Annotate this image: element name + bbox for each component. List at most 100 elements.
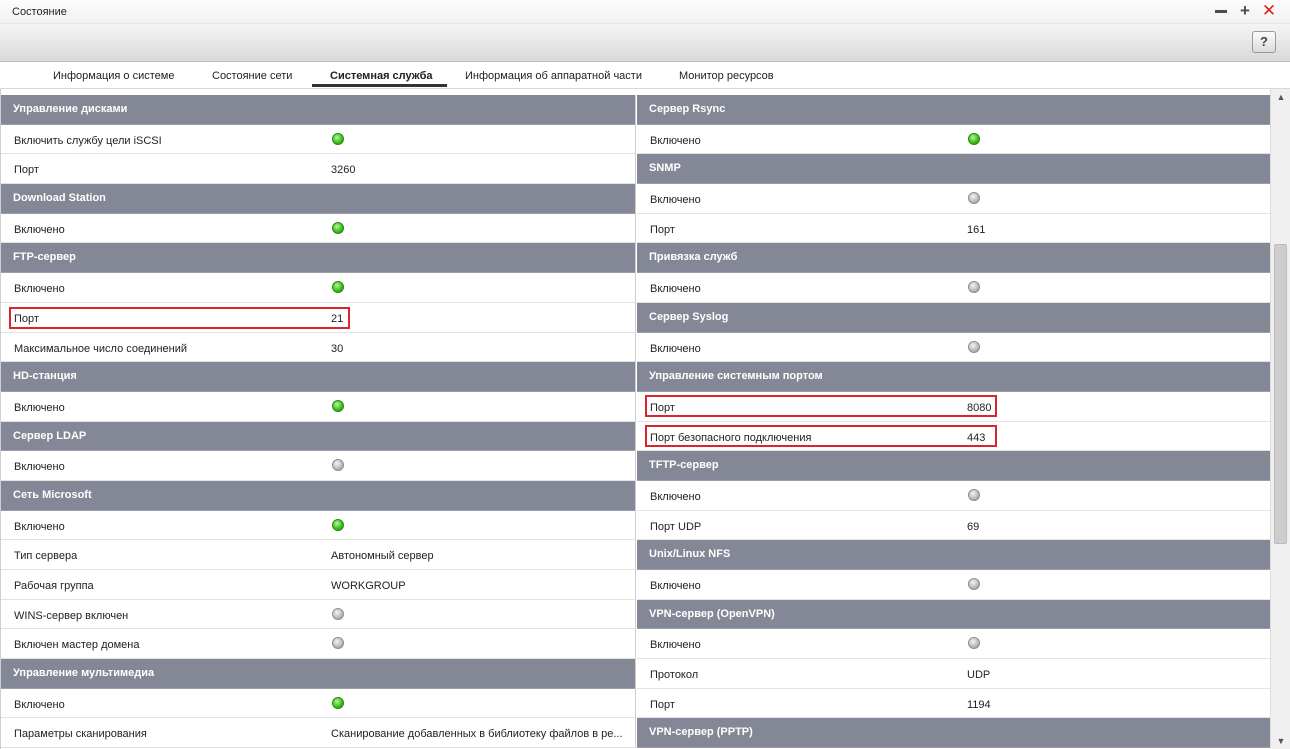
- service-label: Включено: [14, 401, 65, 414]
- section-header: VPN-сервер (PPTP): [637, 718, 1270, 749]
- service-row: Порт безопасного подключения 443: [637, 422, 1270, 452]
- section-title: FTP-сервер: [13, 251, 76, 264]
- section-header: SNMP: [637, 154, 1270, 185]
- service-label: Протокол: [650, 669, 699, 682]
- window-title: Состояние: [12, 6, 67, 18]
- section-header: FTP-сервер: [1, 243, 635, 274]
- service-row: Включено: [1, 451, 635, 481]
- service-label: Включить службу цели iSCSI: [14, 134, 162, 147]
- service-value: 21: [331, 312, 344, 325]
- section-header: Сервер Rsync: [637, 95, 1270, 125]
- section-header: Привязка служб: [637, 243, 1270, 274]
- status-on-icon: [968, 132, 980, 145]
- service-label: Порт: [650, 698, 675, 711]
- service-row: Включено: [1, 511, 635, 541]
- close-icon[interactable]: ✕: [1261, 2, 1277, 19]
- status-off-icon: [968, 488, 980, 501]
- scrollbar-thumb[interactable]: [1274, 244, 1287, 544]
- service-row: Включен мастер домена: [1, 629, 635, 660]
- service-row: Порт 161: [637, 214, 1270, 244]
- scroll-down-icon[interactable]: ▼: [1275, 735, 1287, 747]
- section-title: Управление дисками: [13, 103, 128, 115]
- service-label: Порт UDP: [650, 520, 702, 533]
- section-title: Привязка служб: [649, 251, 738, 264]
- section-title: SNMP: [649, 162, 681, 175]
- active-tab-underline: [312, 84, 447, 87]
- service-row: Включено: [637, 125, 1270, 155]
- section-title: VPN-сервер (OpenVPN): [649, 607, 775, 620]
- help-button[interactable]: ?: [1252, 31, 1276, 53]
- service-label: Порт: [650, 401, 675, 414]
- section-header: Download Station: [1, 184, 635, 214]
- section-title: Сервер Rsync: [649, 103, 726, 115]
- scroll-up-icon[interactable]: ▲: [1275, 91, 1287, 103]
- minimize-icon[interactable]: [1213, 3, 1229, 19]
- section-header: HD-станция: [1, 362, 635, 392]
- service-value: 1194: [967, 698, 991, 711]
- service-label: Включен мастер домена: [14, 639, 140, 652]
- service-row: Включено: [1, 689, 635, 719]
- service-label: WINS-сервер включен: [14, 609, 129, 622]
- service-value: 30: [331, 342, 344, 355]
- section-title: Сеть Microsoft: [13, 488, 92, 501]
- status-on-icon: [332, 281, 344, 294]
- section-header: Сеть Microsoft: [1, 480, 635, 511]
- service-label: Параметры сканирования: [14, 728, 147, 741]
- section-header: Сервер LDAP: [1, 421, 635, 452]
- tab-resource-monitor[interactable]: Монитор ресурсов: [679, 70, 774, 82]
- section-title: VPN-сервер (PPTP): [649, 726, 753, 739]
- section-title: TFTP-сервер: [649, 459, 719, 472]
- tab-bar: Информация о системе Состояние сети Сист…: [0, 62, 1290, 89]
- tab-system-info[interactable]: Информация о системе: [53, 70, 174, 82]
- status-off-icon: [968, 281, 980, 294]
- service-row: Протокол UDP: [637, 659, 1270, 689]
- vertical-scrollbar[interactable]: ▲ ▼: [1270, 89, 1290, 749]
- service-row: Включено: [637, 570, 1270, 600]
- tab-network-status[interactable]: Состояние сети: [212, 70, 292, 82]
- service-value: Автономный сервер: [331, 550, 434, 563]
- tab-system-service[interactable]: Системная служба: [330, 70, 432, 82]
- service-label: Включено: [14, 223, 65, 236]
- service-label: Включено: [650, 580, 701, 592]
- service-label: Порт безопасного подключения: [650, 431, 812, 444]
- service-label: Включено: [650, 194, 701, 207]
- section-title: Сервер Syslog: [649, 310, 729, 323]
- service-row: Включено: [1, 214, 635, 244]
- service-row: Включено: [637, 333, 1270, 363]
- service-row: Порт 1194: [637, 689, 1270, 719]
- section-title: Сервер LDAP: [13, 429, 87, 442]
- section-title: HD-станция: [13, 370, 77, 383]
- service-value: 443: [967, 431, 986, 444]
- status-off-icon: [968, 637, 980, 650]
- tab-hardware-info[interactable]: Информация об аппаратной части: [465, 70, 642, 82]
- status-off-icon: [332, 637, 344, 650]
- window-titlebar: Состояние + ✕: [0, 0, 1290, 24]
- service-row: Максимальное число соединений 30: [1, 333, 635, 363]
- section-header: VPN-сервер (OpenVPN): [637, 599, 1270, 630]
- service-status-panel: Управление дисками Включить службу цели i…: [0, 89, 1270, 749]
- service-row: Включено: [1, 273, 635, 303]
- status-on-icon: [332, 132, 344, 145]
- service-row: Включить службу цели iSCSI: [1, 125, 635, 155]
- service-label: Включено: [650, 134, 701, 147]
- status-off-icon: [968, 578, 980, 590]
- section-title: Unix/Linux NFS: [649, 548, 731, 561]
- service-row: Включено: [637, 629, 1270, 660]
- section-header: TFTP-сервер: [637, 451, 1270, 481]
- service-value: 69: [967, 520, 980, 533]
- service-row: Параметры сканирования Сканирование добав…: [1, 718, 635, 749]
- service-row: Рабочая группа WORKGROUP: [1, 570, 635, 600]
- service-value: Сканирование добавленных в библиотеку фа…: [331, 728, 623, 741]
- section-header: Сервер Syslog: [637, 302, 1270, 333]
- status-on-icon: [332, 518, 344, 531]
- service-row: Порт UDP 69: [637, 511, 1270, 541]
- service-row: Порт 8080: [637, 392, 1270, 422]
- service-label: Включено: [14, 461, 65, 474]
- status-on-icon: [332, 221, 344, 234]
- status-off-icon: [332, 607, 344, 620]
- service-label: Порт: [650, 223, 675, 236]
- section-title: Управление системным портом: [649, 370, 823, 383]
- maximize-icon[interactable]: +: [1237, 2, 1253, 19]
- status-off-icon: [332, 459, 344, 472]
- section-title: Download Station: [13, 192, 106, 205]
